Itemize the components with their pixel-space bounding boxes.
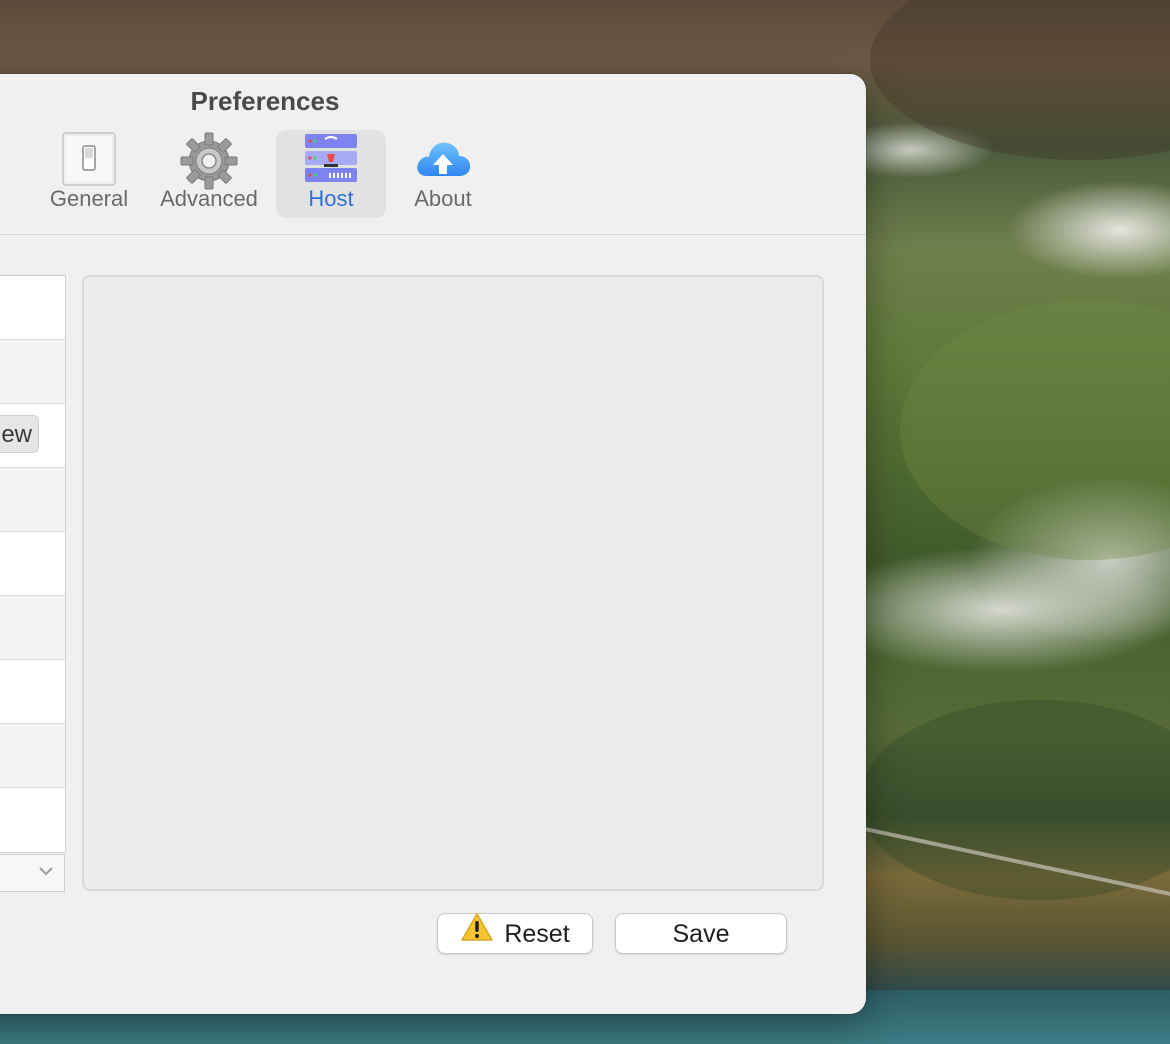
cloud-upload-icon <box>413 132 473 187</box>
list-item[interactable] <box>0 660 65 724</box>
tab-general[interactable]: General <box>44 130 134 218</box>
view-button[interactable]: ew <box>0 415 39 453</box>
chevron-down-icon <box>38 861 54 882</box>
tab-label: About <box>414 186 472 211</box>
window-title: Preferences <box>190 86 340 116</box>
list-item[interactable] <box>0 276 65 340</box>
list-item[interactable] <box>0 788 65 851</box>
wallpaper-ridge <box>860 700 1170 900</box>
server-icon <box>303 132 359 189</box>
warning-icon <box>460 912 494 955</box>
wallpaper-ridge <box>900 300 1170 560</box>
tab-host[interactable]: Host <box>276 130 386 218</box>
toolbar: Preferences General Advanced Host About <box>0 74 866 235</box>
list-item[interactable] <box>0 532 65 596</box>
switch-icon <box>62 132 116 191</box>
list-item[interactable] <box>0 468 65 532</box>
preferences-window: Preferences General Advanced Host About … <box>0 74 866 1014</box>
tab-about[interactable]: About <box>398 130 488 218</box>
save-button[interactable]: Save <box>615 913 787 954</box>
list-item[interactable] <box>0 340 65 404</box>
tab-label: General <box>49 186 129 211</box>
wallpaper-ridge <box>870 0 1170 160</box>
host-detail-panel[interactable] <box>82 275 824 891</box>
tab-label: Advanced <box>160 186 258 211</box>
list-item[interactable] <box>0 724 65 788</box>
list-item[interactable] <box>0 596 65 660</box>
host-select[interactable] <box>0 854 65 892</box>
reset-button[interactable]: Reset <box>437 913 593 954</box>
tab-label: Host <box>308 186 354 211</box>
host-list: ew <box>0 275 66 853</box>
reset-label: Reset <box>504 920 570 948</box>
tab-advanced[interactable]: Advanced <box>154 130 264 218</box>
list-item[interactable]: ew <box>0 404 65 468</box>
